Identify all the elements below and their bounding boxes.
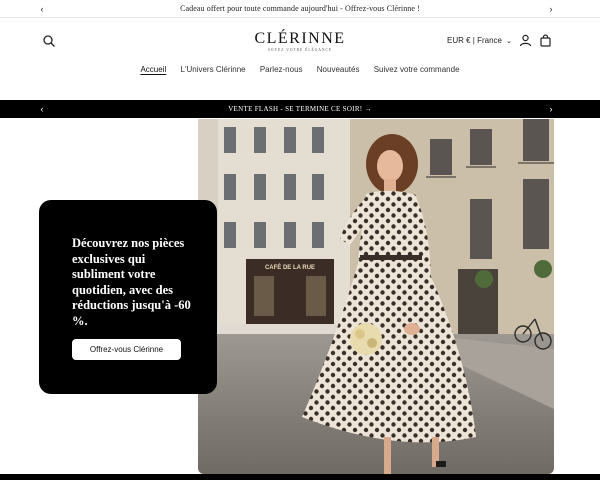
announcement-bar: ‹ Cadeau offert pour toute commande aujo…	[0, 0, 600, 18]
nav-item-suivez-commande[interactable]: Suivez votre commande	[374, 64, 460, 76]
main-nav: Accueil L'Univers Clérinne Parlez-nous N…	[0, 64, 600, 76]
cart-icon[interactable]	[539, 34, 552, 47]
flash-prev-button[interactable]: ‹	[33, 100, 51, 118]
hero-image: CAFÉ DE LA RUE	[198, 119, 554, 474]
nav-item-nouveautes[interactable]: Nouveautés	[317, 64, 360, 76]
flash-next-button[interactable]: ›	[542, 100, 560, 118]
logo-tagline: SOYEZ VOTRE ÉLÉGANCE	[267, 48, 333, 52]
site-logo[interactable]: CLÉRINNE SOYEZ VOTRE ÉLÉGANCE	[220, 30, 380, 53]
nav-item-parlez-nous[interactable]: Parlez-nous	[260, 64, 303, 76]
hero-illustration: CAFÉ DE LA RUE	[198, 119, 554, 474]
nav-item-univers[interactable]: L'Univers Clérinne	[181, 64, 246, 76]
currency-label: EUR € | France	[447, 36, 502, 45]
flash-sale-bar: ‹ VENTE FLASH - SE TERMINE CE SOIR! → ›	[0, 100, 600, 118]
cafe-sign-text: CAFÉ DE LA RUE	[265, 263, 315, 271]
announcement-text: Cadeau offert pour toute commande aujour…	[180, 4, 420, 13]
nav-item-accueil[interactable]: Accueil	[140, 64, 166, 76]
chevron-down-icon: ⌄	[505, 38, 512, 45]
announcement-next-button[interactable]: ›	[542, 0, 560, 18]
currency-selector[interactable]: EUR € | France ⌄	[447, 36, 512, 47]
arrow-right-icon: →	[364, 105, 372, 113]
announcement-prev-button[interactable]: ‹	[33, 0, 51, 18]
next-section-edge	[0, 474, 600, 480]
hero-promo-card: Découvrez nos pièces exclusives qui subl…	[39, 200, 217, 394]
site-header: CLÉRINNE SOYEZ VOTRE ÉLÉGANCE EUR € | Fr…	[0, 18, 600, 88]
user-icon[interactable]	[519, 34, 532, 47]
hero-heading: Découvrez nos pièces exclusives qui subl…	[72, 236, 191, 328]
hero-cta-button[interactable]: Offrez-vous Clérinne	[72, 339, 181, 360]
flash-sale-link[interactable]: VENTE FLASH - SE TERMINE CE SOIR! →	[60, 100, 540, 118]
search-icon[interactable]	[42, 34, 56, 48]
flash-sale-text: VENTE FLASH - SE TERMINE CE SOIR!	[228, 105, 363, 113]
logo-name: CLÉRINNE	[254, 30, 346, 47]
